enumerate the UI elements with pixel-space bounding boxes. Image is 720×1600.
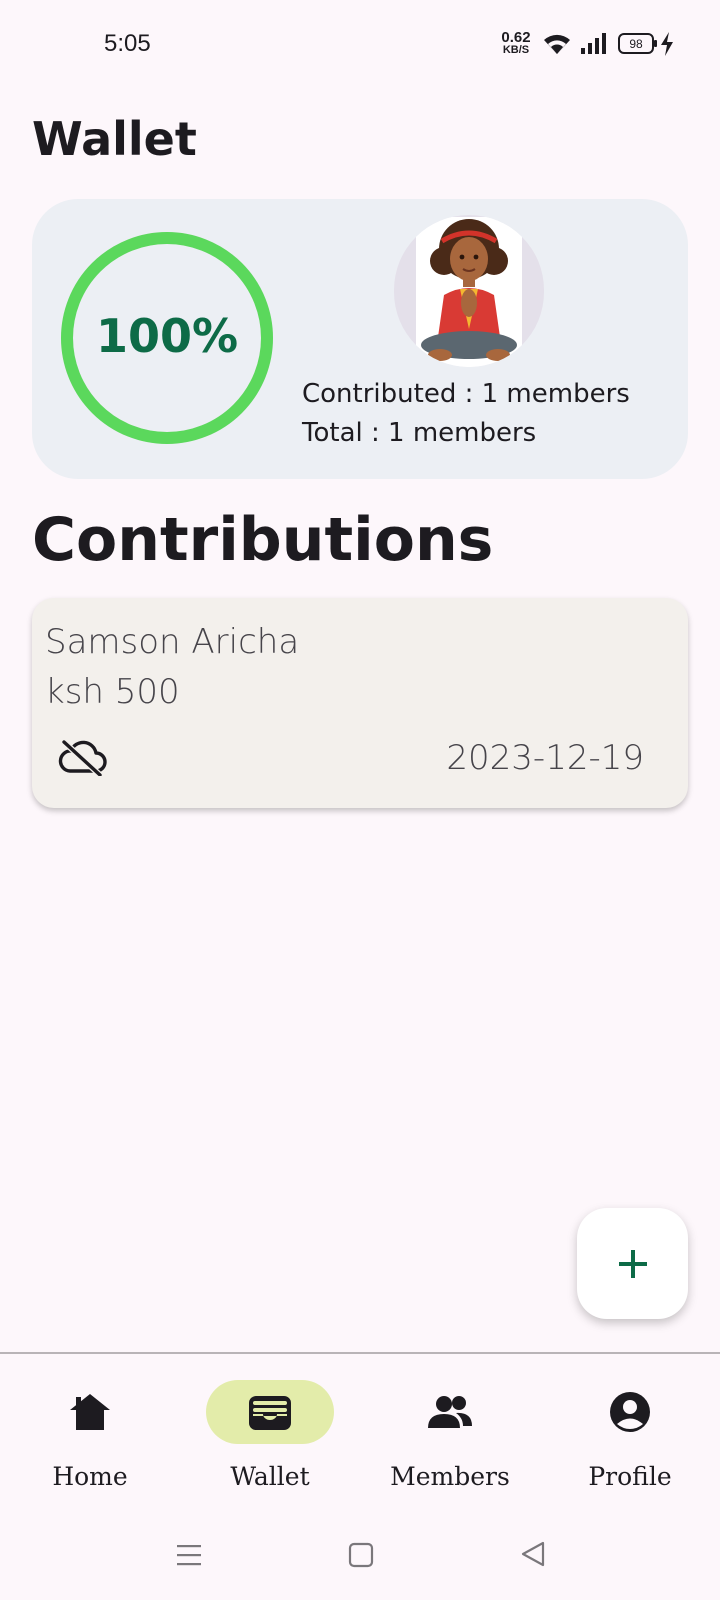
status-bar: 5:05 0.62 KB/S 98 — [0, 0, 720, 90]
wifi-icon — [544, 34, 570, 54]
contributed-count: Contributed : 1 members — [302, 379, 630, 409]
battery-icon: 98 — [618, 33, 657, 54]
nav-item-home[interactable]: Home — [0, 1354, 180, 1494]
cloud-off-icon — [58, 739, 107, 776]
nav-label-members: Members — [390, 1462, 510, 1491]
wallet-summary-card: 100% Contributed: 1 members Total: 1 m… — [32, 199, 688, 479]
status-time: 5:05 — [104, 30, 151, 57]
contribution-card[interactable]: Samson Aricha ksh 500 2023-12-19 — [32, 598, 688, 808]
plus-icon — [618, 1249, 647, 1278]
wallet-icon — [249, 1396, 291, 1430]
menu-icon[interactable] — [176, 1542, 202, 1568]
progress-percent: 100% — [95, 309, 239, 363]
charging-bolt-icon — [661, 32, 673, 56]
back-icon[interactable] — [520, 1540, 546, 1568]
signal-icon — [581, 33, 606, 54]
contributor-name: Samson Aricha — [45, 622, 300, 662]
nav-label-wallet: Wallet — [230, 1462, 310, 1491]
nav-label-profile: Profile — [588, 1462, 672, 1491]
account-circle-icon — [610, 1392, 650, 1432]
contribution-date: 2023-12-19 — [446, 738, 644, 778]
total-members-count: Total : 1 members — [302, 418, 537, 448]
network-speed: 0.62 KB/S — [498, 30, 534, 56]
battery-level: 98 — [629, 37, 643, 51]
nav-label-home: Home — [52, 1462, 128, 1491]
avatar-illustration — [416, 217, 522, 367]
nav-item-wallet[interactable]: Wallet — [180, 1354, 360, 1494]
page-title: Wallet — [32, 112, 197, 166]
people-icon — [428, 1396, 472, 1428]
add-contribution-button[interactable] — [577, 1208, 688, 1319]
nav-item-members[interactable]: Members — [360, 1354, 540, 1494]
system-navigation-bar — [0, 1512, 720, 1600]
contributions-heading: Contributions — [32, 505, 494, 575]
bottom-navigation: Home Wallet Members Profile — [0, 1352, 720, 1512]
wallet-screen: 5:05 0.62 KB/S 98 Wallet 100% Contribute… — [0, 0, 720, 1600]
network-speed-value: 0.62 — [501, 29, 531, 46]
network-speed-unit: KB/S — [502, 44, 530, 56]
avatar — [394, 215, 544, 367]
contribution-amount: ksh 500 — [45, 672, 180, 712]
nav-item-profile[interactable]: Profile — [540, 1354, 720, 1494]
home-square-icon[interactable] — [348, 1542, 374, 1568]
home-icon — [70, 1394, 110, 1430]
